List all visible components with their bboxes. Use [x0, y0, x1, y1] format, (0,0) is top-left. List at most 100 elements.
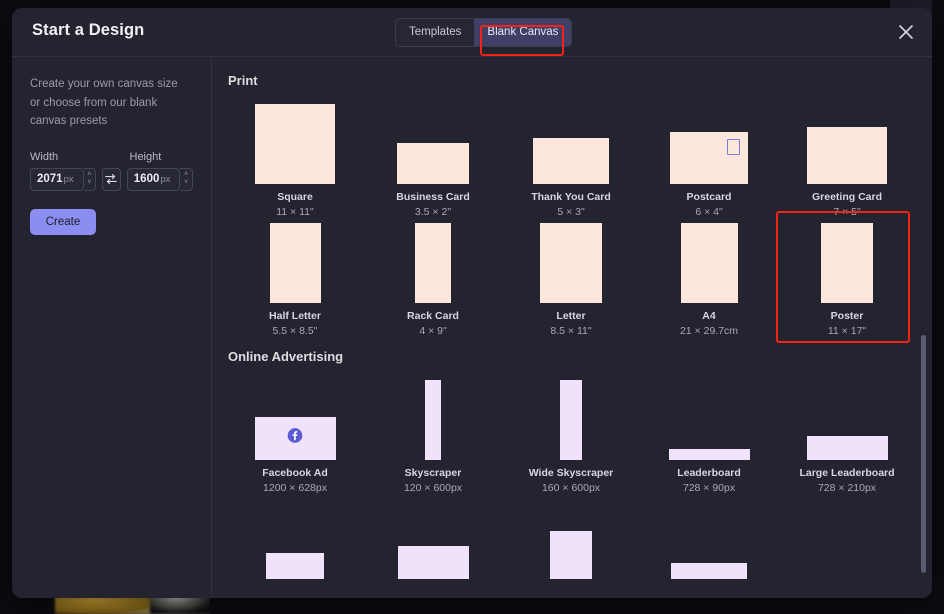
scrollbar-thumb[interactable] — [921, 335, 926, 573]
preset-thumbnail — [415, 223, 451, 304]
preset-card-size: 4 × 9" — [419, 325, 447, 338]
preset-card-name: Postcard — [686, 191, 732, 203]
preset-thumbnail-box — [670, 100, 748, 184]
preset-card[interactable]: Leaderboard 728 × 90px — [640, 376, 778, 495]
preset-thumbnail-box — [680, 219, 738, 304]
preset-thumbnail-box — [668, 376, 750, 460]
preset-card[interactable]: Business Card 3.5 × 2" — [364, 100, 502, 219]
preset-card[interactable]: Greeting Card 7 × 5" — [778, 100, 916, 219]
width-stepper-up[interactable]: ˄ — [87, 171, 91, 179]
preset-card[interactable]: A4 21 × 29.7cm — [640, 219, 778, 338]
preset-thumbnail — [550, 530, 592, 579]
preset-thumbnail-box — [415, 219, 451, 304]
screen-root: Start a Design Templates Blank Canvas Cr… — [0, 0, 944, 614]
stamp-icon — [727, 139, 740, 155]
preset-card[interactable] — [364, 495, 502, 579]
preset-card-name: Rack Card — [407, 310, 459, 323]
preset-thumbnail-box — [806, 376, 888, 460]
preset-card-size: 728 × 90px — [682, 481, 736, 494]
preset-thumbnail-box — [397, 100, 469, 184]
preset-thumbnail — [668, 448, 750, 460]
preset-thumbnail-box — [807, 100, 887, 184]
preset-grid-row — [226, 495, 932, 579]
width-stepper-down[interactable]: ˅ — [87, 179, 91, 187]
preset-card[interactable]: Thank You Card 5 × 3" — [502, 100, 640, 219]
presets-pane: Print Square 11 × 11" Business Card 3.5 × 2"… — [212, 57, 932, 598]
preset-card-size: 8.5 × 11" — [550, 325, 592, 338]
preset-card-size: 5 × 3" — [557, 206, 585, 219]
preset-card-size: 21 × 29.7cm — [679, 325, 739, 338]
preset-thumbnail — [397, 143, 469, 184]
preset-card[interactable] — [640, 495, 778, 579]
swap-dimensions-icon[interactable] — [102, 167, 121, 191]
dimension-inputs-row: 2071 px ˄ ˅ 1600 px ˄ ˅ — [30, 167, 193, 191]
preset-card[interactable]: Large Leaderboard 728 × 210px — [778, 376, 916, 495]
preset-card[interactable]: Half Letter 5.5 × 8.5" — [226, 219, 364, 338]
preset-thumbnail-box — [425, 376, 441, 460]
preset-thumbnail-box — [533, 100, 609, 184]
preset-card-name: Leaderboard — [677, 466, 741, 479]
preset-thumbnail — [821, 223, 873, 304]
preset-thumbnail-box — [560, 376, 582, 460]
mode-tab-group: Templates Blank Canvas — [395, 18, 573, 47]
preset-card[interactable] — [502, 495, 640, 579]
preset-thumbnail — [671, 562, 747, 579]
preset-thumbnail-box — [254, 376, 336, 460]
height-label: Height — [129, 150, 162, 163]
preset-thumbnail — [806, 435, 888, 460]
section-title: Online Advertising — [228, 348, 344, 364]
width-value: 2071 — [37, 173, 63, 186]
preset-thumbnail-box — [550, 495, 592, 579]
preset-thumbnail-box — [269, 219, 321, 304]
preset-card[interactable]: Letter 8.5 × 11" — [502, 219, 640, 338]
preset-card[interactable]: Facebook Ad 1200 × 628px — [226, 376, 364, 495]
custom-size-description: Create your own canvas size or choose fr… — [30, 78, 178, 128]
preset-thumbnail-box — [671, 495, 747, 579]
preset-card[interactable]: Skyscraper 120 × 600px — [364, 376, 502, 495]
preset-thumbnail — [269, 223, 321, 304]
custom-size-pane: Create your own canvas size or choose fr… — [12, 57, 212, 598]
preset-thumbnail-box — [397, 495, 469, 579]
preset-thumbnail-box — [821, 219, 873, 304]
preset-card[interactable]: Rack Card 4 × 9" — [364, 219, 502, 338]
preset-card[interactable]: Poster 11 × 17" — [776, 211, 916, 344]
height-input[interactable]: 1600 px — [126, 167, 181, 191]
modal-header: Start a Design Templates Blank Canvas — [12, 8, 932, 57]
create-button[interactable]: Create — [30, 208, 96, 235]
preset-grid-row: Facebook Ad 1200 × 628px Skyscraper 120 × 6… — [226, 376, 932, 495]
preset-card-name: Large Leaderboard — [799, 466, 895, 479]
preset-thumbnail — [266, 552, 324, 579]
width-input[interactable]: 2071 px — [30, 167, 84, 191]
close-icon[interactable] — [894, 20, 918, 44]
height-stepper[interactable]: ˄ ˅ — [180, 167, 193, 191]
preset-card-size: 5.5 × 8.5" — [272, 325, 318, 338]
preset-card-size: 120 × 600px — [403, 481, 463, 494]
width-unit: px — [63, 173, 74, 185]
preset-card-name: Wide Skyscraper — [528, 466, 614, 479]
preset-card-name: Letter — [556, 310, 586, 323]
preset-card[interactable] — [226, 495, 364, 579]
preset-card-name: Half Letter — [269, 310, 321, 323]
preset-card-size: 11 × 11" — [276, 206, 314, 219]
vertical-scrollbar[interactable] — [920, 57, 927, 598]
preset-thumbnail — [255, 104, 335, 184]
preset-card-name: Facebook Ad — [262, 466, 328, 479]
tab-blank-canvas[interactable]: Blank Canvas — [474, 19, 572, 46]
preset-card-name: A4 — [702, 310, 716, 323]
preset-thumbnail — [397, 545, 469, 579]
width-stepper[interactable]: ˄ ˅ — [83, 167, 97, 191]
height-stepper-up[interactable]: ˄ — [184, 171, 188, 179]
page-title: Start a Design — [32, 21, 145, 39]
preset-card-name: Thank You Card — [531, 191, 611, 203]
preset-grid-row: Half Letter 5.5 × 8.5" Rack Card 4 × 9" Lett… — [226, 211, 932, 344]
preset-card-name: Business Card — [396, 191, 470, 203]
preset-card[interactable]: Wide Skyscraper 160 × 600px — [502, 376, 640, 495]
preset-card[interactable]: Postcard 6 × 4" — [640, 100, 778, 219]
preset-card[interactable]: Square 11 × 11" — [226, 100, 364, 219]
height-stepper-down[interactable]: ˅ — [184, 179, 188, 187]
preset-thumbnail — [560, 379, 582, 460]
preset-card-size: 3.5 × 2" — [414, 206, 452, 219]
tab-templates[interactable]: Templates — [396, 19, 474, 46]
preset-card-size: 11 × 17" — [827, 325, 867, 338]
start-a-design-modal: Start a Design Templates Blank Canvas Cr… — [12, 8, 932, 598]
